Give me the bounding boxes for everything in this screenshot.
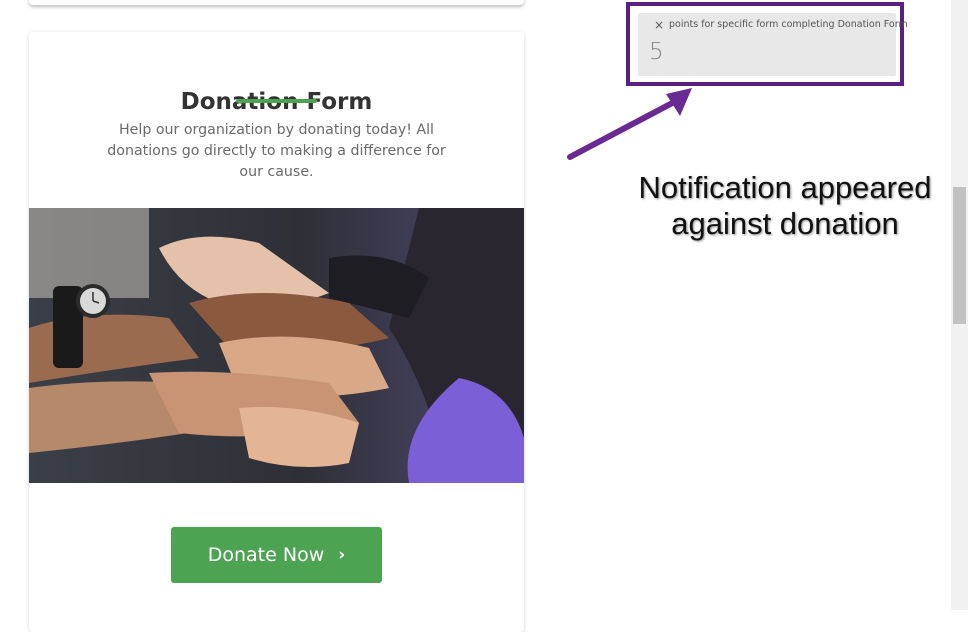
notification-highlight: × points for specific form completing Do… — [626, 2, 908, 86]
points-value: 5 — [649, 39, 664, 65]
title-underline — [236, 99, 317, 103]
donation-form-card: Donation Form Help our organization by d… — [29, 32, 524, 632]
card-description: Help our organization by donating today!… — [107, 122, 446, 180]
chevron-right-icon: › — [338, 545, 346, 565]
notification-message: points for specific form completing Dona… — [669, 19, 908, 30]
annotation-arrow-icon — [567, 88, 692, 160]
scrollbar-thumb[interactable] — [953, 187, 966, 324]
annotation-text: Notification appeared against donation — [638, 170, 932, 241]
donate-now-label: Donate Now — [207, 544, 325, 566]
previous-card — [29, 0, 524, 5]
donate-now-button[interactable]: Donate Now › — [171, 527, 382, 583]
close-icon[interactable]: × — [654, 18, 664, 32]
hands-image — [29, 208, 524, 483]
points-notification: × points for specific form completing Do… — [638, 13, 908, 76]
